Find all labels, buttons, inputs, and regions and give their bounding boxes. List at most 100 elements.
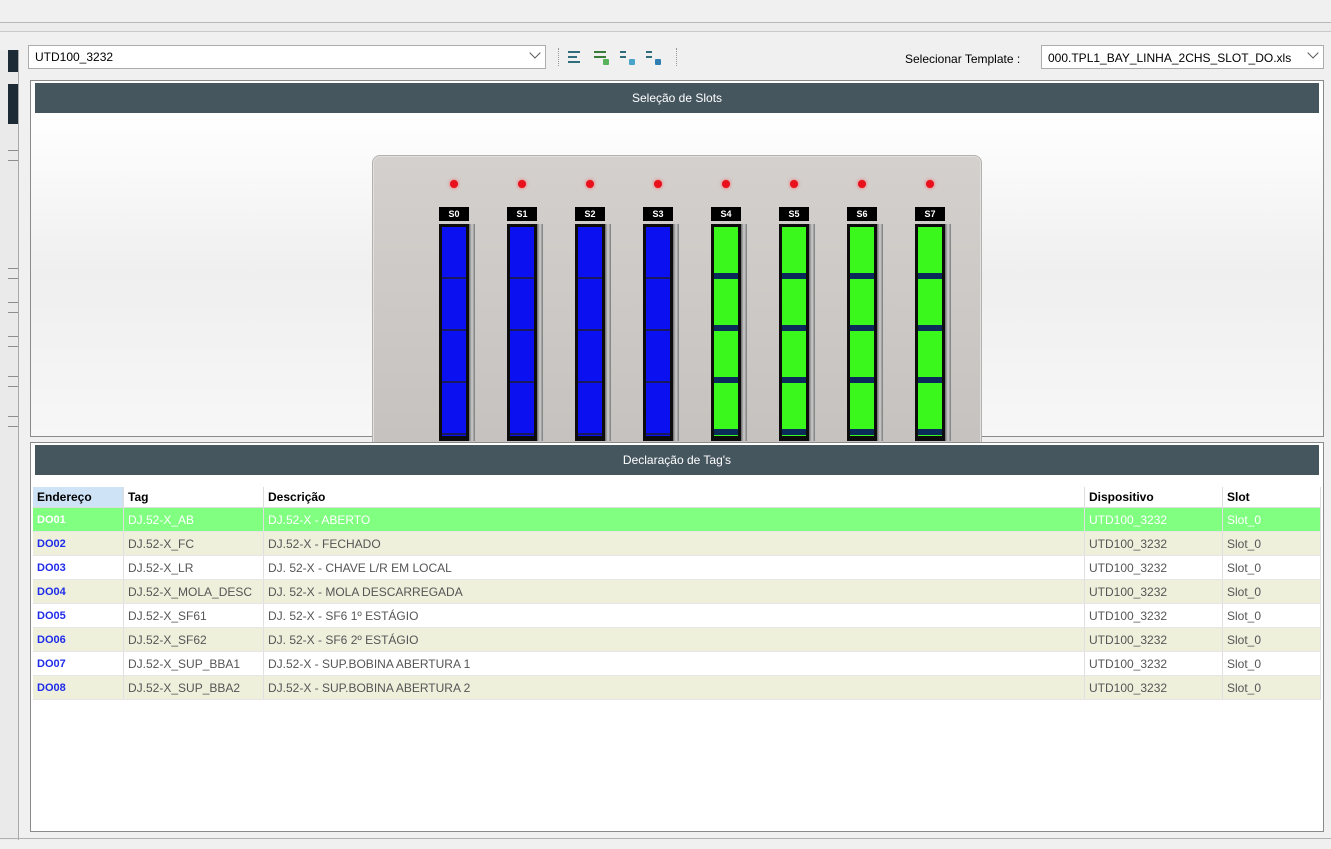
cell-dispositivo[interactable]: UTD100_3232	[1084, 579, 1223, 604]
io-card[interactable]	[779, 224, 815, 441]
cell-tag[interactable]: DJ.52-X_AB	[123, 507, 264, 532]
edit-tags-icon[interactable]	[592, 48, 610, 66]
cell-descricao[interactable]: DJ.52-X - ABERTO	[263, 507, 1085, 532]
status-led-icon	[722, 180, 730, 188]
cell-dispositivo[interactable]: UTD100_3232	[1084, 651, 1223, 676]
slot-s2[interactable]: S2	[571, 156, 611, 462]
io-card[interactable]	[915, 224, 951, 441]
add-tags-icon[interactable]	[566, 48, 584, 66]
column-header-slot[interactable]: Slot	[1222, 487, 1321, 508]
cell-endereco[interactable]: DO02	[33, 531, 124, 556]
slot-label: S3	[643, 207, 673, 221]
cell-descricao[interactable]: DJ.52-X - FECHADO	[263, 531, 1085, 556]
device-select[interactable]: UTD100_3232	[28, 45, 546, 69]
slot-s1[interactable]: S1	[503, 156, 543, 462]
cell-slot[interactable]: Slot_0	[1222, 531, 1321, 556]
table-row[interactable]: DO08 DJ.52-X_SUP_BBA2 DJ.52-X - SUP.BOBINA…	[33, 675, 1321, 700]
cell-descricao[interactable]: DJ. 52-X - MOLA DESCARREGADA	[263, 579, 1085, 604]
divider	[8, 376, 18, 377]
left-tab[interactable]	[8, 84, 18, 124]
slot-label: S0	[439, 207, 469, 221]
cell-tag[interactable]: DJ.52-X_SUP_BBA2	[123, 675, 264, 700]
cell-dispositivo[interactable]: UTD100_3232	[1084, 603, 1223, 628]
cell-descricao[interactable]: DJ.52-X - SUP.BOBINA ABERTURA 2	[263, 675, 1085, 700]
cell-endereco[interactable]: DO01	[33, 507, 124, 532]
io-card[interactable]	[507, 224, 543, 441]
cell-endereco[interactable]: DO03	[33, 555, 124, 580]
slot-s3[interactable]: S3	[639, 156, 679, 462]
cell-slot[interactable]: Slot_0	[1222, 555, 1321, 580]
template-label: Selecionar Template :	[905, 52, 1021, 66]
cell-slot[interactable]: Slot_0	[1222, 507, 1321, 532]
status-led-icon	[518, 180, 526, 188]
table-header-row: Endereço Tag Descrição Dispositivo Slot	[33, 487, 1321, 508]
chevron-down-icon[interactable]	[1307, 47, 1319, 59]
slot-s6[interactable]: S6	[843, 156, 883, 462]
cell-endereco[interactable]: DO04	[33, 579, 124, 604]
divider	[8, 150, 18, 151]
template-select[interactable]: 000.TPL1_BAY_LINHA_2CHS_SLOT_DO.xls	[1041, 45, 1324, 69]
template-select-value: 000.TPL1_BAY_LINHA_2CHS_SLOT_DO.xls	[1048, 51, 1292, 65]
divider	[8, 346, 18, 347]
cell-tag[interactable]: DJ.52-X_SF62	[123, 627, 264, 652]
cell-tag[interactable]: DJ.52-X_SF61	[123, 603, 264, 628]
table-row[interactable]: DO02 DJ.52-X_FC DJ.52-X - FECHADO UTD100_32…	[33, 531, 1321, 556]
cell-descricao[interactable]: DJ.52-X - SUP.BOBINA ABERTURA 1	[263, 651, 1085, 676]
io-card[interactable]	[847, 224, 883, 441]
cell-endereco[interactable]: DO06	[33, 627, 124, 652]
cell-slot[interactable]: Slot_0	[1222, 579, 1321, 604]
slot-s4[interactable]: S4	[707, 156, 747, 462]
slot-label: S6	[847, 207, 877, 221]
table-row[interactable]: DO05 DJ.52-X_SF61 DJ. 52-X - SF6 1º ESTÁGI…	[33, 603, 1321, 628]
cell-dispositivo[interactable]: UTD100_3232	[1084, 675, 1223, 700]
cell-descricao[interactable]: DJ. 52-X - CHAVE L/R EM LOCAL	[263, 555, 1085, 580]
table-row[interactable]: DO06 DJ.52-X_SF62 DJ. 52-X - SF6 2º ESTÁGI…	[33, 627, 1321, 652]
column-header-dispositivo[interactable]: Dispositivo	[1084, 487, 1223, 508]
slot-selection-panel: Seleção de Slots S0 S1 S2 S3 S4 S5 S6 S7	[30, 80, 1324, 463]
divider	[8, 386, 18, 387]
table-row[interactable]: DO03 DJ.52-X_LR DJ. 52-X - CHAVE L/R EM LO…	[33, 555, 1321, 580]
tag-declaration-panel: Declaração de Tag's Endereço Tag Descriç…	[30, 442, 1324, 832]
divider	[8, 416, 18, 417]
chevron-down-icon[interactable]	[529, 47, 541, 59]
slot-s5[interactable]: S5	[775, 156, 815, 462]
io-card[interactable]	[711, 224, 747, 441]
io-card[interactable]	[575, 224, 611, 441]
bottom-divider	[0, 838, 1331, 839]
cell-descricao[interactable]: DJ. 52-X - SF6 1º ESTÁGIO	[263, 603, 1085, 628]
table-row[interactable]: DO07 DJ.52-X_SUP_BBA1 DJ.52-X - SUP.BOBINA…	[33, 651, 1321, 676]
cell-slot[interactable]: Slot_0	[1222, 603, 1321, 628]
io-card[interactable]	[439, 224, 475, 441]
column-header-tag[interactable]: Tag	[123, 487, 264, 508]
export-tags-icon[interactable]	[644, 48, 662, 66]
table-row[interactable]: DO01 DJ.52-X_AB DJ.52-X - ABERTO UTD100_323…	[33, 507, 1321, 532]
cell-endereco[interactable]: DO08	[33, 675, 124, 700]
column-header-endereco[interactable]: Endereço	[33, 487, 124, 508]
slot-s7[interactable]: S7	[911, 156, 951, 462]
cell-dispositivo[interactable]: UTD100_3232	[1084, 555, 1223, 580]
cell-slot[interactable]: Slot_0	[1222, 675, 1321, 700]
cell-tag[interactable]: DJ.52-X_SUP_BBA1	[123, 651, 264, 676]
chassis: S0 S1 S2 S3 S4 S5 S6 S7	[372, 155, 982, 463]
cell-endereco[interactable]: DO07	[33, 651, 124, 676]
cell-slot[interactable]: Slot_0	[1222, 627, 1321, 652]
slot-selection-header: Seleção de Slots	[35, 83, 1319, 113]
io-card[interactable]	[643, 224, 679, 441]
slot-s0[interactable]: S0	[435, 156, 475, 462]
toolbar-separator	[676, 48, 678, 66]
cell-tag[interactable]: DJ.52-X_LR	[123, 555, 264, 580]
cell-dispositivo[interactable]: UTD100_3232	[1084, 507, 1223, 532]
left-tab[interactable]	[8, 50, 18, 72]
cell-dispositivo[interactable]: UTD100_3232	[1084, 531, 1223, 556]
top-divider	[0, 22, 1331, 32]
column-header-descricao[interactable]: Descrição	[263, 487, 1085, 508]
cell-endereco[interactable]: DO05	[33, 603, 124, 628]
cell-tag[interactable]: DJ.52-X_FC	[123, 531, 264, 556]
cell-tag[interactable]: DJ.52-X_MOLA_DESC	[123, 579, 264, 604]
table-row[interactable]: DO04 DJ.52-X_MOLA_DESC DJ. 52-X - MOLA DES…	[33, 579, 1321, 604]
cell-slot[interactable]: Slot_0	[1222, 651, 1321, 676]
import-tags-icon[interactable]	[618, 48, 636, 66]
cell-descricao[interactable]: DJ. 52-X - SF6 2º ESTÁGIO	[263, 627, 1085, 652]
cell-dispositivo[interactable]: UTD100_3232	[1084, 627, 1223, 652]
divider	[8, 268, 18, 269]
